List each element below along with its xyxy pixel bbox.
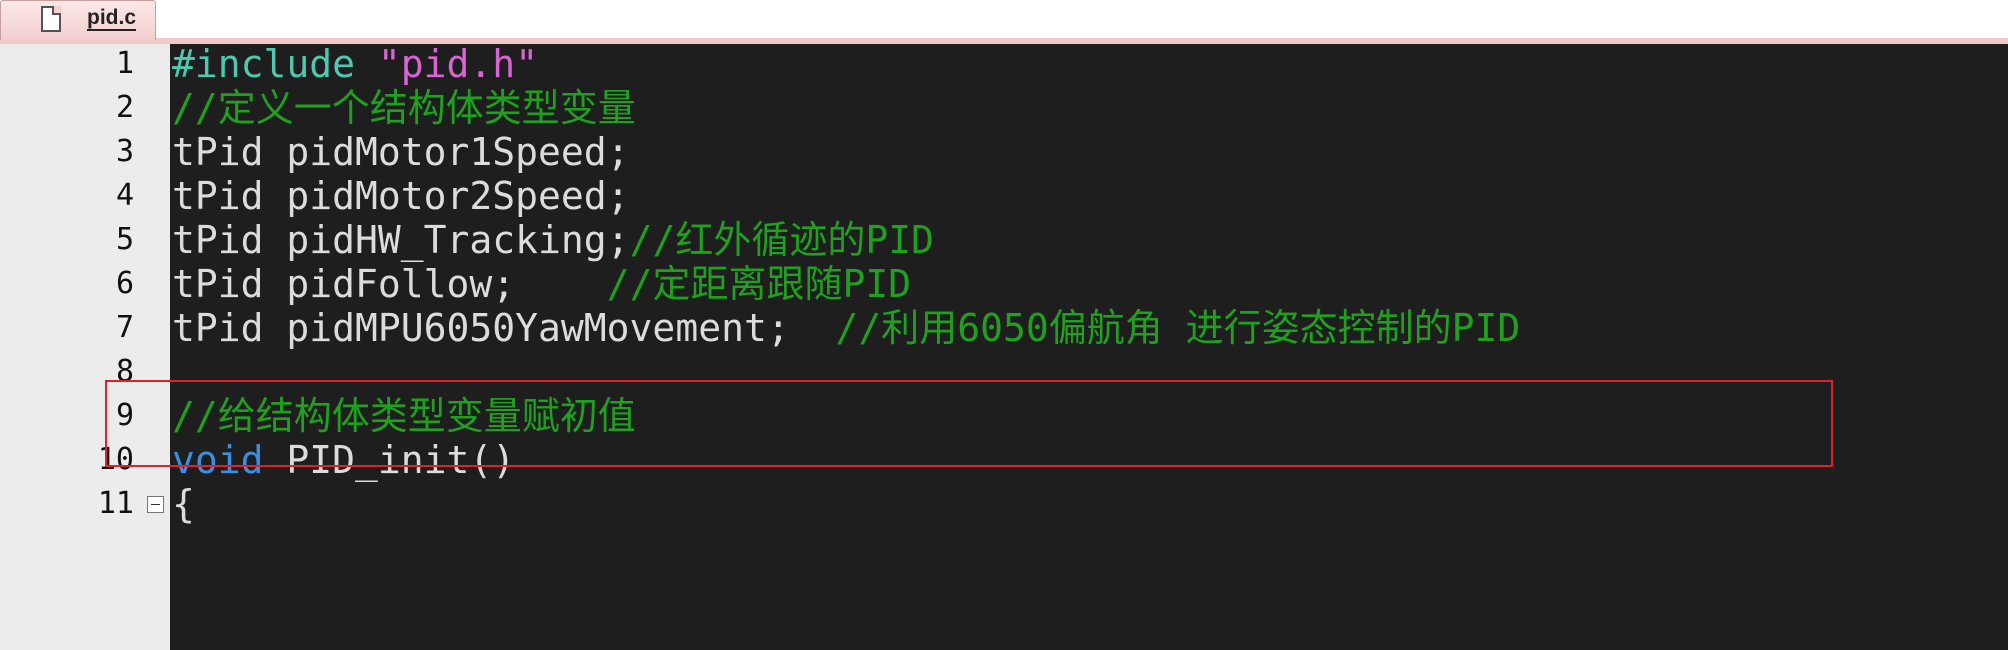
- code-line: //定义一个结构体类型变量: [172, 88, 636, 128]
- string-literal: "pid.h": [377, 42, 539, 86]
- code-line: tPid pidHW_Tracking;//红外循迹的PID: [172, 220, 934, 260]
- line-number: 7: [115, 310, 134, 345]
- code-text: tPid pidMPU6050YawMovement;: [172, 306, 836, 350]
- code-line: //给结构体类型变量赋初值: [172, 396, 636, 436]
- code-text: {: [172, 482, 195, 526]
- line-number: 6: [115, 266, 134, 301]
- tab-bar: pid.c: [0, 0, 2008, 44]
- code-line: tPid pidMPU6050YawMovement; //利用6050偏航角 …: [172, 308, 1520, 348]
- line-number: 1: [115, 46, 134, 81]
- line-number: 9: [115, 398, 134, 433]
- comment: //利用6050偏航角 进行姿态控制的PID: [835, 306, 1521, 350]
- comment: //定义一个结构体类型变量: [172, 86, 636, 130]
- code-text: tPid pidMotor2Speed;: [172, 174, 630, 218]
- line-number-gutter: 1 2 3 4 5 6 7 8 9 10 11: [0, 44, 170, 650]
- tab-label: pid.c: [87, 6, 137, 31]
- line-number: 8: [115, 354, 134, 389]
- code-line: void PID_init(): [172, 440, 515, 480]
- code-line: tPid pidMotor2Speed;: [172, 176, 630, 216]
- line-number: 5: [115, 222, 134, 257]
- file-icon: [41, 6, 61, 32]
- comment: //给结构体类型变量赋初值: [172, 394, 636, 438]
- code-text: tPid pidHW_Tracking;: [172, 218, 630, 262]
- preprocessor-directive: #include: [172, 42, 356, 86]
- comment: //红外循迹的PID: [629, 218, 934, 262]
- code-text: tPid pidMotor1Speed;: [172, 130, 630, 174]
- line-number: 11: [97, 486, 134, 521]
- keyword: void: [172, 438, 264, 482]
- code-text: tPid pidFollow;: [172, 262, 607, 306]
- code-line: {: [172, 484, 195, 524]
- line-number: 3: [115, 134, 134, 169]
- code-line: tPid pidMotor1Speed;: [172, 132, 630, 172]
- code-line: #include "pid.h": [172, 44, 538, 84]
- line-number: 10: [97, 442, 134, 477]
- code-text: PID_init(): [263, 438, 516, 482]
- line-number: 4: [115, 178, 134, 213]
- code-editor[interactable]: #include "pid.h" //定义一个结构体类型变量 tPid pidM…: [170, 44, 2008, 650]
- tab-pid-c[interactable]: pid.c: [0, 0, 156, 40]
- line-number: 2: [115, 90, 134, 125]
- comment: //定距离跟随PID: [606, 262, 912, 306]
- fold-collapse-icon[interactable]: [147, 496, 164, 513]
- code-line: tPid pidFollow; //定距离跟随PID: [172, 264, 911, 304]
